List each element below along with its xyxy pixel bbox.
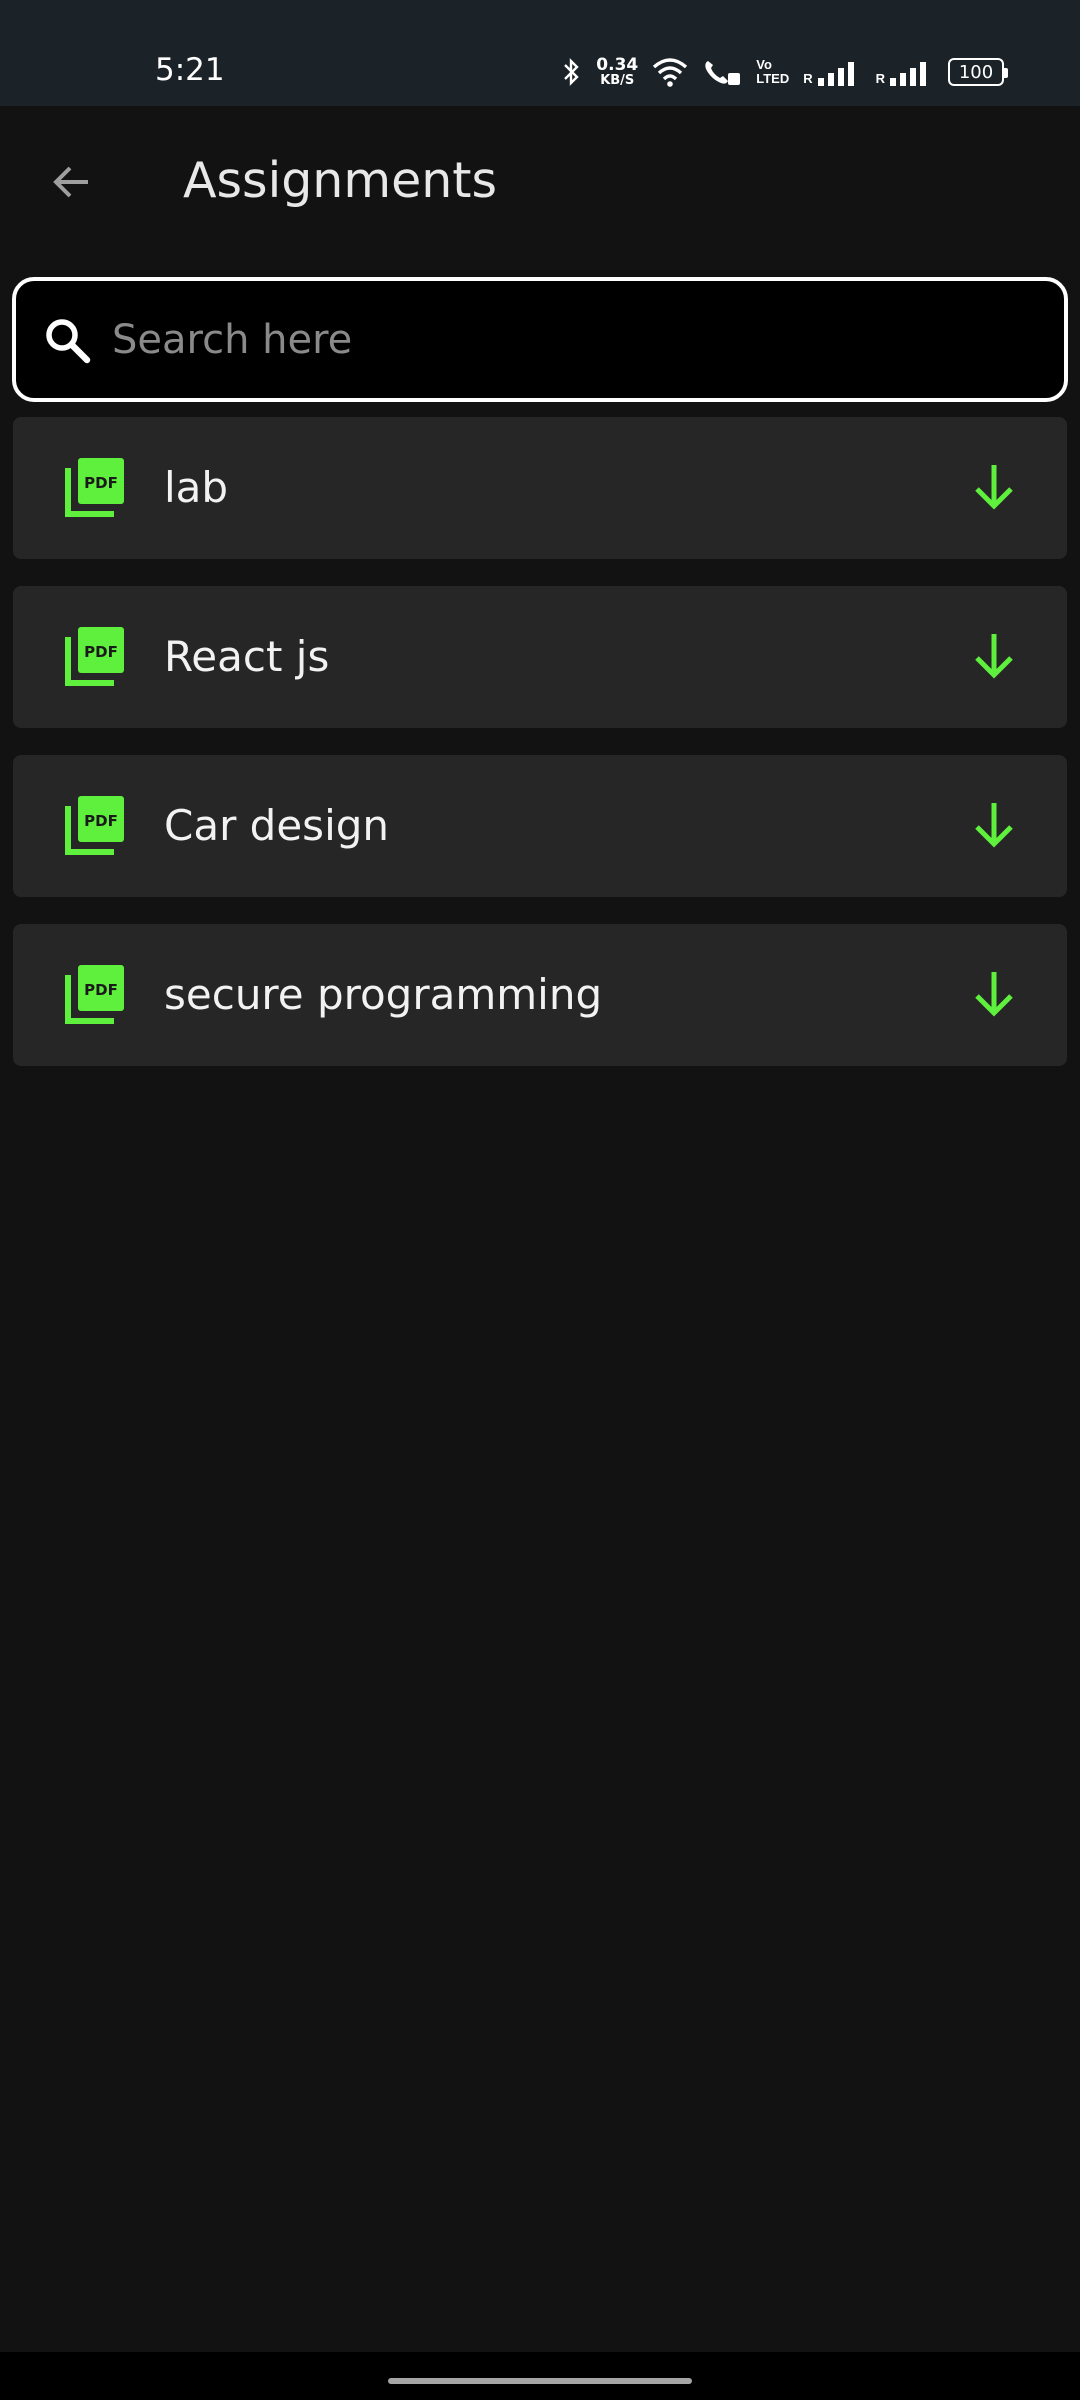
download-button[interactable]: [961, 962, 1027, 1028]
signal-icon-sim2: R: [876, 58, 934, 86]
assignment-item[interactable]: PDF Car design: [13, 755, 1067, 897]
system-nav-bar: [0, 2352, 1080, 2400]
network-speed-value: 0.34: [596, 54, 639, 75]
pdf-icon: PDF: [64, 627, 126, 687]
svg-text:PDF: PDF: [84, 474, 118, 492]
volte-indicator: Vo LTED: [756, 58, 789, 86]
svg-text:PDF: PDF: [84, 812, 118, 830]
download-button[interactable]: [961, 455, 1027, 521]
pdf-icon: PDF: [64, 458, 126, 518]
download-button[interactable]: [961, 624, 1027, 690]
download-button[interactable]: [961, 793, 1027, 859]
page-title: Assignments: [183, 152, 498, 209]
search-bar[interactable]: [12, 277, 1068, 402]
network-speed-unit: KB/S: [600, 72, 635, 88]
volte-top: Vo: [756, 57, 772, 72]
battery-level: 100: [958, 61, 994, 83]
download-icon: [969, 799, 1019, 854]
assignment-title: lab: [164, 463, 229, 512]
status-bar: 5:21 0.34 KB/S Vo LTED R R 100: [0, 0, 1080, 106]
download-icon: [969, 968, 1019, 1023]
svg-text:PDF: PDF: [84, 981, 118, 999]
assignment-title: React js: [164, 632, 330, 681]
wifi-calling-icon: [702, 57, 742, 87]
assignment-item[interactable]: PDF lab: [13, 417, 1067, 559]
assignment-item[interactable]: PDF secure programming: [13, 924, 1067, 1066]
bluetooth-icon: [562, 57, 582, 87]
assignment-title: Car design: [164, 801, 390, 850]
signal-icon-sim1: R: [803, 58, 861, 86]
battery-icon: 100: [948, 58, 1008, 86]
network-speed: 0.34 KB/S: [596, 54, 639, 88]
download-icon: [969, 461, 1019, 516]
search-input[interactable]: [112, 299, 1064, 380]
app-bar: Assignments: [0, 106, 1080, 254]
roaming-indicator-1: R: [803, 71, 813, 86]
roaming-indicator-2: R: [875, 71, 885, 86]
status-time: 5:21: [155, 52, 225, 88]
pdf-icon: PDF: [64, 796, 126, 856]
home-gesture-handle[interactable]: [388, 2378, 692, 2384]
svg-text:PDF: PDF: [84, 643, 118, 661]
wifi-icon: [652, 57, 688, 87]
assignment-title: secure programming: [164, 970, 603, 1019]
search-icon: [38, 311, 96, 369]
assignment-list: PDF lab PDF React js PDF Car design PDF …: [13, 417, 1067, 1093]
status-icons: 0.34 KB/S Vo LTED R R 100: [562, 52, 1008, 92]
volte-bottom: LTED: [756, 71, 790, 86]
arrow-back-icon: [48, 158, 96, 211]
download-icon: [969, 630, 1019, 685]
back-button[interactable]: [34, 146, 110, 222]
pdf-icon: PDF: [64, 965, 126, 1025]
assignment-item[interactable]: PDF React js: [13, 586, 1067, 728]
